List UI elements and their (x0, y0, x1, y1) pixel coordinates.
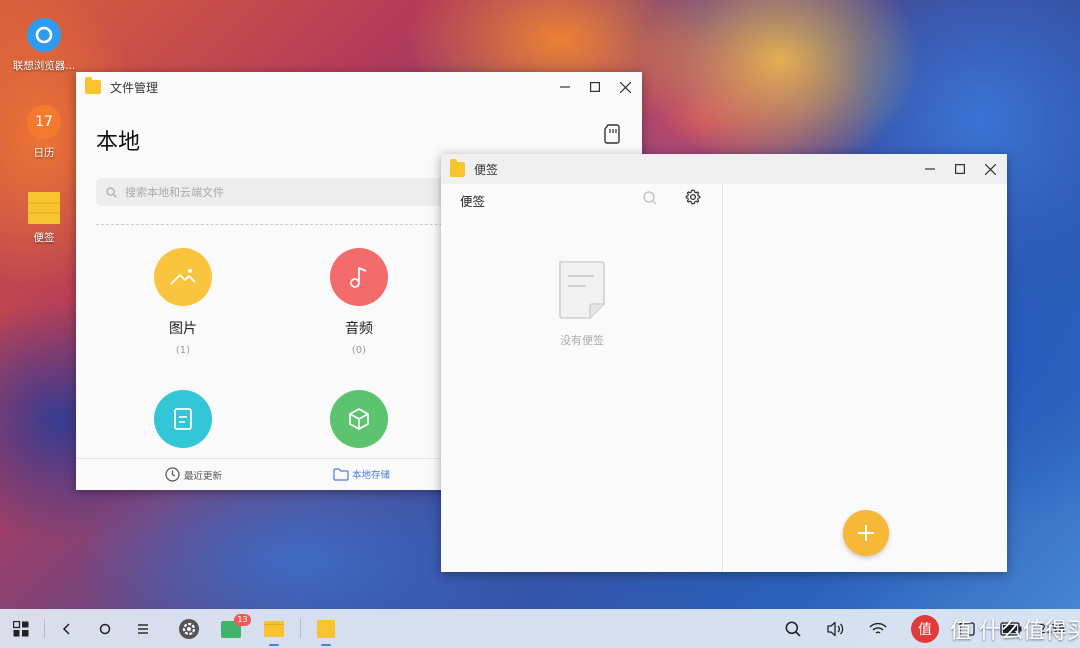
search-icon (785, 621, 801, 637)
taskbar-app-notes[interactable] (313, 609, 339, 648)
desktop-icon-label: 日历 (33, 147, 55, 159)
nav-local-storage[interactable]: 本地存储 (333, 467, 390, 481)
sticky-note-icon (450, 158, 465, 177)
desktop-icon-browser[interactable]: 联想浏览器... (6, 18, 82, 73)
category-audio[interactable]: 音频 (0) (299, 248, 419, 356)
category-images[interactable]: 图片 (1) (123, 248, 243, 356)
maximize-button[interactable] (580, 72, 610, 102)
folder-icon (85, 77, 101, 94)
close-icon (619, 81, 631, 93)
page-title: 本地 (96, 130, 141, 155)
home-button[interactable] (94, 609, 116, 648)
notes-list-pane: 便签 没有便签 (441, 184, 723, 572)
svg-text:值: 值 (918, 622, 932, 638)
close-button[interactable] (975, 154, 1005, 184)
minimize-button[interactable] (550, 72, 580, 102)
watermark-text: 值 什么值得买 (950, 619, 1078, 643)
taskbar-separator (300, 619, 301, 638)
search-placeholder: 搜索本地和云端文件 (125, 186, 224, 199)
wifi-icon (869, 622, 887, 634)
minimize-icon (925, 168, 935, 170)
volume-button[interactable] (824, 609, 848, 648)
desktop-icon-calendar[interactable]: 17 日历 (6, 105, 82, 160)
volume-icon (827, 621, 844, 636)
maximize-button[interactable] (945, 154, 975, 184)
folder-app-icon (264, 621, 284, 637)
taskbar: 13 值 2:38 值 什么值得买 (0, 609, 1080, 648)
folder-outline-icon (333, 467, 349, 481)
sticky-note-app-icon (317, 619, 335, 638)
nav-local-label: 本地存储 (352, 470, 391, 481)
grid-icon (13, 620, 29, 636)
search-icon (106, 186, 117, 198)
desktop-icon-label: 便签 (33, 232, 55, 244)
sd-card-button[interactable] (604, 124, 620, 148)
category-count: (0) (351, 345, 367, 356)
watermark-logo-icon: 值 (911, 614, 939, 643)
taskbar-separator (44, 619, 45, 638)
window-title: 文件管理 (110, 80, 159, 95)
home-circle-icon (99, 623, 111, 634)
sticky-note-icon (28, 192, 60, 224)
start-button[interactable] (8, 609, 34, 648)
browser-icon (27, 18, 61, 52)
package-icon (330, 390, 388, 448)
nav-recent-label: 最近更新 (184, 470, 223, 482)
wifi-button[interactable] (866, 609, 890, 648)
taskbar-app-file-manager[interactable] (261, 609, 287, 648)
calendar-icon: 17 (27, 105, 61, 139)
search-icon (643, 191, 657, 205)
notes-titlebar[interactable]: 便签 (441, 154, 1007, 184)
settings-app-icon (179, 618, 199, 639)
empty-document-icon (556, 260, 608, 324)
plus-icon (858, 525, 874, 541)
document-icon (154, 390, 212, 448)
music-icon (330, 248, 388, 306)
minimize-icon (560, 86, 570, 88)
category-name: 音频 (345, 321, 373, 337)
nav-recent[interactable]: 最近更新 (165, 467, 222, 482)
category-count: (1) (175, 345, 191, 356)
back-button[interactable] (56, 609, 78, 648)
category-documents[interactable] (123, 390, 243, 448)
active-indicator (321, 644, 331, 646)
desktop-icon-notes[interactable]: 便签 (6, 192, 82, 245)
desktop-icon-label: 联想浏览器... (12, 60, 76, 72)
sd-card-icon (604, 124, 620, 144)
recents-button[interactable] (132, 609, 154, 648)
notification-badge: 13 (234, 614, 251, 626)
file-manager-titlebar[interactable]: 文件管理 (76, 72, 642, 102)
taskbar-app-settings[interactable] (176, 609, 202, 648)
calendar-day: 17 (35, 114, 53, 130)
taskbar-app-mail[interactable]: 13 (218, 609, 251, 648)
window-title: 便签 (474, 162, 499, 177)
maximize-icon (590, 82, 600, 92)
minimize-button[interactable] (915, 154, 945, 184)
notes-window: 便签 便签 没有便签 (441, 154, 1007, 572)
watermark-logo: 值 (908, 609, 942, 648)
close-icon (984, 163, 996, 175)
active-indicator (269, 644, 279, 646)
settings-button[interactable] (685, 189, 701, 209)
close-button[interactable] (610, 72, 640, 102)
category-apps[interactable] (299, 390, 419, 448)
menu-icon (138, 623, 148, 634)
notes-search-button[interactable] (643, 190, 657, 209)
maximize-icon (955, 164, 965, 174)
taskbar-search-button[interactable] (782, 609, 804, 648)
add-note-button[interactable] (843, 510, 889, 556)
category-name: 图片 (169, 321, 197, 337)
image-icon (154, 248, 212, 306)
empty-state-text: 没有便签 (560, 334, 604, 347)
back-icon (62, 622, 70, 635)
clock-icon (165, 467, 180, 482)
gear-icon (685, 189, 701, 205)
notes-pane-title: 便签 (460, 194, 486, 209)
